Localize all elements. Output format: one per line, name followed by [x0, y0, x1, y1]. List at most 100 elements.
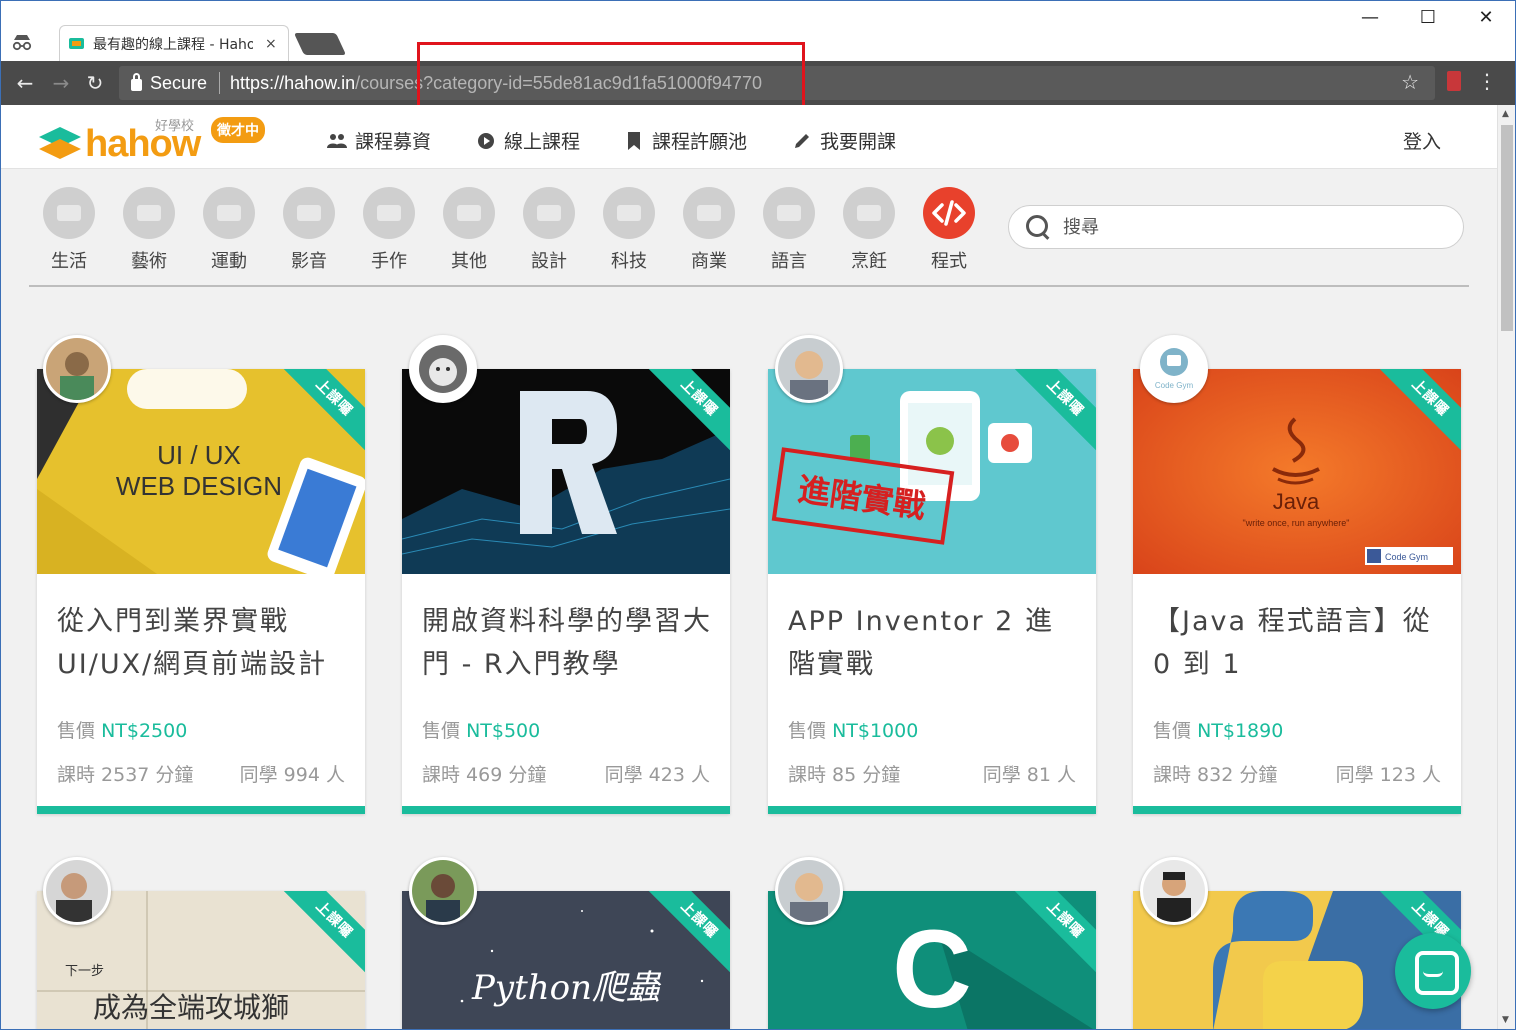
instructor-avatar[interactable] [775, 335, 843, 403]
search-icon[interactable] [1025, 214, 1051, 240]
card-accent-bar [1133, 806, 1461, 814]
chat-support-button[interactable] [1395, 933, 1471, 1009]
category-language[interactable]: 語言 [759, 187, 819, 273]
search-box[interactable] [1008, 205, 1464, 249]
thumbnail-text-line1: UI / UX [157, 440, 241, 470]
course-title[interactable]: APP Inventor 2 進階實戰 [788, 600, 1080, 686]
hahow-logo[interactable]: hahow 好學校 徵才中 [37, 115, 277, 165]
bomb-icon [443, 187, 495, 239]
incognito-icon [12, 35, 32, 51]
course-card-body: 從入門到業界實戰UI/UX/網頁前端設計 售價 NT$2500 課時 2537 … [37, 574, 365, 814]
course-price: 售價 NT$1890 [1153, 716, 1283, 743]
nav-label: 課程募資 [355, 131, 432, 153]
price-amount: NT$500 [466, 720, 541, 742]
category-label: 影音 [291, 251, 327, 272]
category-handmade[interactable]: 手作 [359, 187, 419, 273]
chrome-menu-icon[interactable]: ⋮ [1477, 69, 1497, 93]
course-title[interactable]: 開啟資料科學的學習大門 - R入門教學 [422, 600, 714, 686]
instructor-avatar[interactable] [43, 335, 111, 403]
scroll-down-arrow-icon[interactable]: ▼ [1502, 1015, 1509, 1025]
category-art[interactable]: 藝術 [119, 187, 179, 273]
pan-icon [843, 187, 895, 239]
instructor-avatar[interactable] [775, 857, 843, 925]
course-card[interactable]: UI / UX WEB DESIGN 上課囉 從入門到業界實戰UI/UX/網頁前… [37, 369, 365, 814]
price-label: 售價 [57, 720, 96, 742]
card-accent-bar [37, 806, 365, 814]
category-sports[interactable]: 運動 [199, 187, 259, 273]
instructor-avatar[interactable] [409, 857, 477, 925]
category-media[interactable]: 影音 [279, 187, 339, 273]
price-label: 售價 [788, 720, 827, 742]
reload-icon[interactable]: ↻ [81, 69, 109, 97]
code-icon [923, 187, 975, 239]
nav-label: 課程許願池 [652, 131, 748, 153]
nav-teach[interactable]: 我要開課 [792, 127, 896, 154]
scroll-up-arrow-icon[interactable]: ▲ [1502, 109, 1509, 119]
course-students: 同學 81 人 [982, 764, 1076, 786]
scrollbar-thumb[interactable] [1501, 125, 1513, 331]
url-host: https://hahow.in [230, 72, 356, 93]
tab-title: 最有趣的線上課程 - Hahow [93, 36, 253, 53]
course-title[interactable]: 【Java 程式語言】從 0 到 1 [1153, 600, 1445, 686]
course-card-body: 【Java 程式語言】從 0 到 1 售價 NT$1890 課時 832 分鐘 … [1133, 574, 1461, 814]
price-label: 售價 [422, 720, 461, 742]
new-tab-button[interactable] [293, 33, 347, 55]
category-design[interactable]: 設計 [519, 187, 579, 273]
thumbnail-java-sub: "write once, run anywhere" [1243, 518, 1350, 528]
life-icon [43, 187, 95, 239]
category-divider [29, 285, 1469, 287]
close-window-button[interactable]: ✕ [1457, 7, 1515, 28]
chat-bubble-icon [763, 187, 815, 239]
course-duration: 課時 2537 分鐘 [57, 764, 194, 786]
course-card[interactable]: 進階實戰 上課囉 APP Inventor 2 進階實戰 售價 NT$1000 … [768, 369, 1096, 814]
extension-icon[interactable] [1447, 71, 1461, 91]
avatar-codegym-text: Code Gym [1155, 381, 1194, 390]
scissors-icon [363, 187, 415, 239]
browser-tab[interactable]: 最有趣的線上課程 - Hahow × [59, 25, 289, 61]
omnibox-separator [219, 72, 221, 94]
secure-label: Secure [150, 72, 208, 93]
instructor-avatar[interactable] [43, 857, 111, 925]
page-scrollbar[interactable]: ▲ ▼ [1497, 105, 1515, 1029]
category-other[interactable]: 其他 [439, 187, 499, 273]
category-programming[interactable]: 程式 [919, 187, 979, 273]
thumbnail-next-step-text: 下一步 [65, 964, 104, 979]
thumbnail-c-text: C [892, 908, 971, 1030]
bookmark-star-icon[interactable]: ☆ [1401, 70, 1419, 94]
course-students: 同學 123 人 [1335, 764, 1441, 786]
maximize-button[interactable]: ☐ [1399, 7, 1457, 28]
users-icon [327, 131, 347, 151]
login-link[interactable]: 登入 [1403, 127, 1441, 154]
course-duration: 課時 832 分鐘 [1153, 764, 1278, 786]
course-price: 售價 NT$1000 [788, 716, 918, 743]
back-arrow-icon[interactable]: ← [11, 69, 39, 97]
search-input[interactable] [1063, 216, 1443, 238]
category-cooking[interactable]: 烹飪 [839, 187, 899, 273]
course-students: 同學 423 人 [604, 764, 710, 786]
instructor-avatar[interactable]: Code Gym [1140, 335, 1208, 403]
category-life[interactable]: 生活 [39, 187, 99, 273]
category-label: 科技 [611, 251, 647, 272]
forward-arrow-icon[interactable]: → [47, 69, 75, 97]
tab-close-icon[interactable]: × [265, 36, 277, 52]
course-card[interactable]: Java "write once, run anywhere" Code Gym… [1133, 369, 1461, 814]
instructor-avatar[interactable] [409, 335, 477, 403]
nav-crowdfunding[interactable]: 課程募資 [327, 127, 431, 154]
hiring-badge[interactable]: 徵才中 [211, 117, 265, 143]
nav-online-courses[interactable]: 線上課程 [476, 127, 580, 154]
category-label: 語言 [771, 251, 807, 272]
minimize-button[interactable]: — [1341, 7, 1399, 28]
thumbnail-fullstack-text: 成為全端攻城獅 [93, 991, 289, 1024]
card-accent-bar [768, 806, 1096, 814]
category-label: 手作 [371, 251, 407, 272]
course-card[interactable]: 上課囉 開啟資料科學的學習大門 - R入門教學 售價 NT$500 課時 469… [402, 369, 730, 814]
category-label: 運動 [211, 251, 247, 272]
category-tech[interactable]: 科技 [599, 187, 659, 273]
category-business[interactable]: 商業 [679, 187, 739, 273]
course-title[interactable]: 從入門到業界實戰UI/UX/網頁前端設計 [57, 600, 349, 686]
instructor-avatar[interactable] [1140, 857, 1208, 925]
thumbnail-python-text: Python爬蟲 [471, 968, 662, 1008]
nav-wishlist[interactable]: 課程許願池 [624, 127, 747, 154]
course-card-body: 開啟資料科學的學習大門 - R入門教學 售價 NT$500 課時 469 分鐘 … [402, 574, 730, 814]
price-label: 售價 [1153, 720, 1192, 742]
